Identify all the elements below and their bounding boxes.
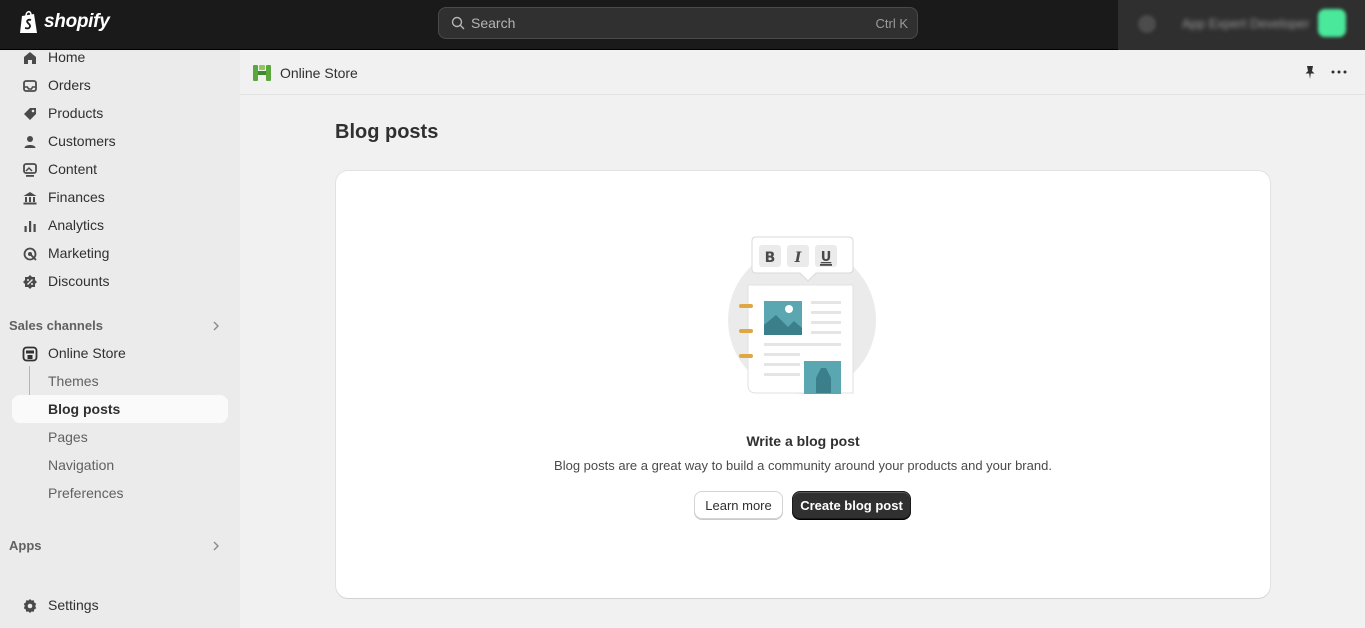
sidebar-item-customers[interactable]: Customers: [12, 127, 228, 155]
sidebar-item-pages[interactable]: Pages: [12, 423, 228, 451]
sidebar-item-label: Pages: [48, 429, 88, 445]
discount-icon: [23, 275, 37, 289]
tag-icon: [24, 108, 36, 120]
sidebar-item-label: Orders: [48, 77, 91, 93]
empty-state-description: Blog posts are a great way to build a co…: [554, 458, 1052, 473]
sidebar-item-finances[interactable]: Finances: [12, 183, 228, 211]
chevron-right-icon[interactable]: [210, 540, 222, 552]
brand-name: shopify: [44, 11, 110, 32]
inbox-icon: [23, 80, 37, 92]
svg-text:B: B: [765, 250, 776, 266]
sidebar-item-label: Online Store: [48, 345, 126, 361]
sidebar-item-label: Discounts: [48, 273, 110, 289]
image-icon: [23, 163, 37, 177]
sidebar-item-analytics[interactable]: Analytics: [12, 211, 228, 239]
sales-channels-heading[interactable]: Sales channels: [9, 318, 103, 333]
online-store-logo-icon: [253, 65, 271, 81]
learn-more-button[interactable]: Learn more: [694, 491, 783, 519]
gear-icon: [23, 599, 37, 613]
sidebar-item-preferences[interactable]: Preferences: [12, 479, 228, 507]
sidebar-item-label: Home: [48, 49, 86, 65]
search-icon: [451, 16, 465, 30]
sidebar-item-label: Settings: [48, 597, 99, 613]
search-input[interactable]: [471, 8, 851, 38]
breadcrumb[interactable]: Online Store: [280, 65, 358, 81]
notification-bell-icon[interactable]: [1138, 15, 1156, 33]
sidebar-item-products[interactable]: Products: [12, 99, 228, 127]
sidebar-item-label: Themes: [48, 373, 99, 389]
blog-post-illustration: B I U: [728, 236, 876, 394]
pin-icon[interactable]: [1302, 64, 1318, 80]
sidebar-item-marketing[interactable]: Marketing: [12, 239, 228, 267]
sidebar-item-label: Content: [48, 161, 98, 177]
svg-text:I: I: [794, 250, 802, 266]
empty-state-card: B I U Write a blog post Blog posts are a…: [336, 171, 1270, 598]
search-bar[interactable]: Ctrl K: [438, 7, 918, 39]
sidebar: Home Orders Products Customers Content F…: [0, 49, 240, 628]
storefront-icon: [22, 346, 38, 362]
sidebar-item-label: Analytics: [48, 217, 105, 233]
person-icon: [24, 136, 36, 148]
shopify-bag-icon: [20, 10, 37, 33]
target-icon: [23, 247, 37, 261]
search-shortcut: Ctrl K: [875, 16, 909, 31]
home-icon: [24, 52, 36, 64]
sidebar-item-discounts[interactable]: Discounts: [12, 267, 228, 295]
sidebar-item-label: Finances: [48, 189, 105, 205]
sidebar-item-label: Navigation: [48, 457, 115, 473]
bar-chart-icon: [24, 221, 36, 232]
sidebar-item-label: Marketing: [48, 245, 110, 261]
svg-text:U: U: [821, 250, 832, 265]
sidebar-item-themes[interactable]: Themes: [12, 367, 228, 395]
account-name[interactable]: App Expert Developer: [1182, 16, 1309, 31]
sidebar-item-navigation[interactable]: Navigation: [12, 451, 228, 479]
sidebar-item-label: Customers: [48, 133, 116, 149]
sidebar-item-online-store[interactable]: Online Store: [12, 339, 228, 367]
sidebar-item-content[interactable]: Content: [12, 155, 228, 183]
sidebar-item-home[interactable]: Home: [12, 43, 228, 71]
page-header-bar: Online Store: [240, 50, 1365, 95]
avatar[interactable]: [1318, 9, 1346, 37]
bank-icon: [23, 192, 37, 205]
apps-heading[interactable]: Apps: [9, 538, 42, 553]
sidebar-item-settings[interactable]: Settings: [12, 591, 228, 619]
create-blog-post-button[interactable]: Create blog post: [792, 491, 911, 519]
sidebar-item-label: Products: [48, 105, 104, 121]
more-actions-icon[interactable]: [1330, 64, 1348, 80]
page-title: Blog posts: [335, 121, 439, 143]
sidebar-item-orders[interactable]: Orders: [12, 71, 228, 99]
shopify-logo[interactable]: shopify: [18, 9, 110, 35]
account-area: App Expert Developer: [1118, 0, 1365, 50]
sidebar-item-label: Preferences: [48, 485, 124, 501]
chevron-right-icon[interactable]: [210, 320, 222, 332]
sidebar-item-label: Blog posts: [48, 401, 121, 417]
sidebar-item-blog-posts[interactable]: Blog posts: [12, 395, 228, 423]
empty-state-heading: Write a blog post: [746, 433, 860, 449]
